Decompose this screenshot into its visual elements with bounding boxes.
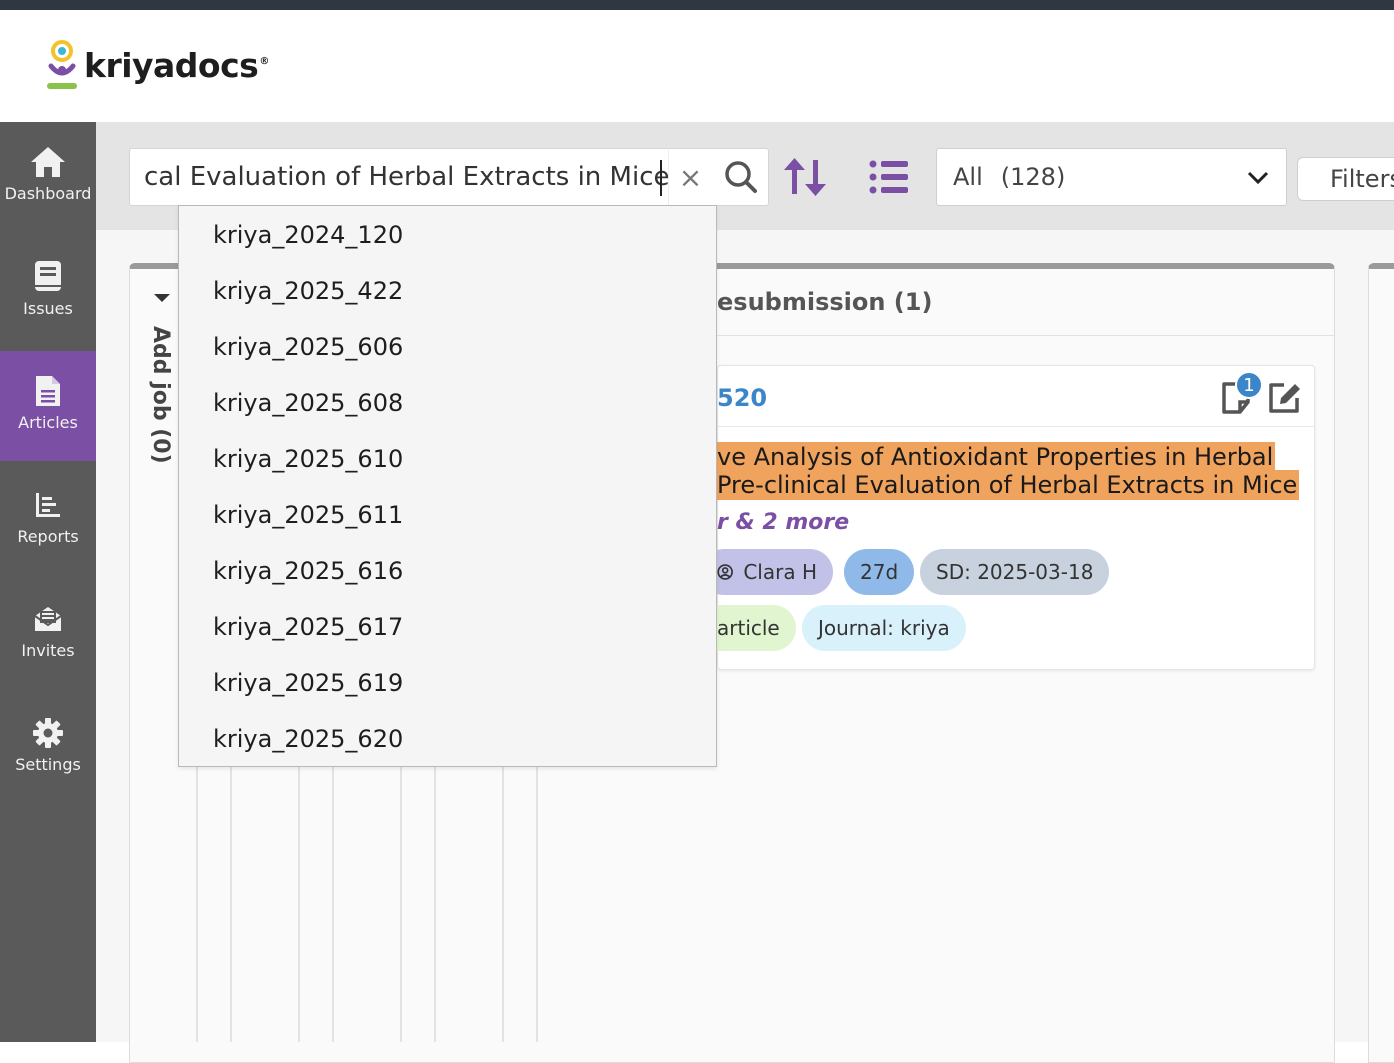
logo-text: kriyadocs® (84, 46, 269, 85)
column-divider (502, 766, 504, 1042)
assignee-name: Clara H (743, 560, 817, 584)
sidebar-item-articles[interactable]: Articles (0, 351, 96, 461)
article-id-link[interactable]: 520 (717, 384, 767, 412)
column-divider (400, 766, 402, 1042)
suggestion-item[interactable]: kriya_2025_617 (213, 599, 703, 655)
search-suggestions-dropdown: kriya_2024_120 kriya_2025_422 kriya_2025… (178, 205, 717, 767)
suggestion-item[interactable]: kriya_2025_611 (213, 487, 703, 543)
suggestion-item[interactable]: kriya_2025_606 (213, 319, 703, 375)
chart-icon (34, 487, 62, 523)
sidebar: Dashboard Issues Articles Reports Invite… (0, 122, 96, 1042)
card-divider (717, 426, 1315, 427)
list-icon (869, 160, 908, 194)
search-button[interactable] (713, 149, 769, 205)
start-date-chip: SD: 2025-03-18 (920, 549, 1110, 595)
suggestion-item[interactable]: kriya_2024_120 (213, 207, 703, 263)
column-divider (196, 766, 198, 1042)
app-header: kriyadocs® (0, 10, 1394, 122)
column-divider (332, 766, 334, 1042)
sidebar-item-label: Settings (15, 755, 81, 774)
sidebar-item-invites[interactable]: Invites (0, 579, 96, 689)
filters-button[interactable]: Filters (1297, 157, 1394, 201)
sidebar-item-label: Invites (21, 641, 75, 660)
edit-icon[interactable] (1266, 380, 1302, 416)
article-title-line: ve Analysis of Antioxidant Properties in… (717, 442, 1276, 472)
stage-title: esubmission (1) (717, 288, 933, 316)
suggestion-item[interactable]: kriya_2025_422 (213, 263, 703, 319)
journal-chip: Journal: kriya (802, 605, 966, 651)
home-icon (29, 144, 67, 180)
envelope-icon (33, 601, 63, 637)
article-title-line: Pre-clinical Evaluation of Herbal Extrac… (717, 470, 1300, 500)
authors-more-link[interactable]: r & 2 more (717, 510, 849, 535)
sidebar-item-label: Articles (18, 413, 78, 432)
sidebar-item-label: Issues (23, 299, 73, 318)
suggestion-item[interactable]: kriya_2025_616 (213, 543, 703, 599)
kriyadocs-logo[interactable]: kriyadocs® (44, 40, 269, 92)
board-panel-next (1368, 263, 1394, 1063)
search-input[interactable] (130, 149, 670, 205)
sort-arrows-icon (784, 158, 826, 196)
book-icon (33, 259, 63, 295)
suggestion-item[interactable]: kriya_2025_610 (213, 431, 703, 487)
sort-button[interactable] (782, 150, 828, 204)
user-circle-icon (717, 564, 733, 580)
select-count: (128) (1000, 163, 1066, 191)
list-view-button[interactable] (864, 150, 914, 204)
column-divider (298, 766, 300, 1042)
select-value: All (953, 163, 983, 191)
notes-count-badge: 1 (1235, 371, 1263, 399)
assignee-chip[interactable]: Clara H (701, 549, 833, 595)
sidebar-item-reports[interactable]: Reports (0, 465, 96, 575)
sidebar-item-issues[interactable]: Issues (0, 237, 96, 347)
clear-search-button[interactable]: × (668, 148, 712, 206)
suggestion-item[interactable]: kriya_2025_620 (213, 711, 703, 767)
column-divider (434, 766, 436, 1042)
window-top-strip (0, 0, 1394, 10)
document-icon (34, 373, 62, 409)
logo-icon (44, 40, 80, 92)
text-caret (660, 160, 662, 196)
collapsed-column-label: Add job (0) (148, 326, 173, 464)
column-divider (230, 766, 232, 1042)
days-chip: 27d (844, 549, 915, 595)
chevron-down-icon (1247, 171, 1269, 185)
gear-icon (32, 715, 64, 751)
sidebar-item-label: Reports (17, 527, 79, 546)
suggestion-item[interactable]: kriya_2025_619 (213, 655, 703, 711)
sidebar-item-label: Dashboard (4, 184, 92, 203)
column-divider (536, 766, 538, 1042)
search-icon (725, 161, 757, 193)
sidebar-item-dashboard[interactable]: Dashboard (0, 122, 96, 232)
sidebar-item-settings[interactable]: Settings (0, 693, 96, 803)
status-filter-select[interactable]: All (128) (936, 148, 1287, 206)
caret-down-icon (154, 294, 170, 302)
suggestion-item[interactable]: kriya_2025_608 (213, 375, 703, 431)
